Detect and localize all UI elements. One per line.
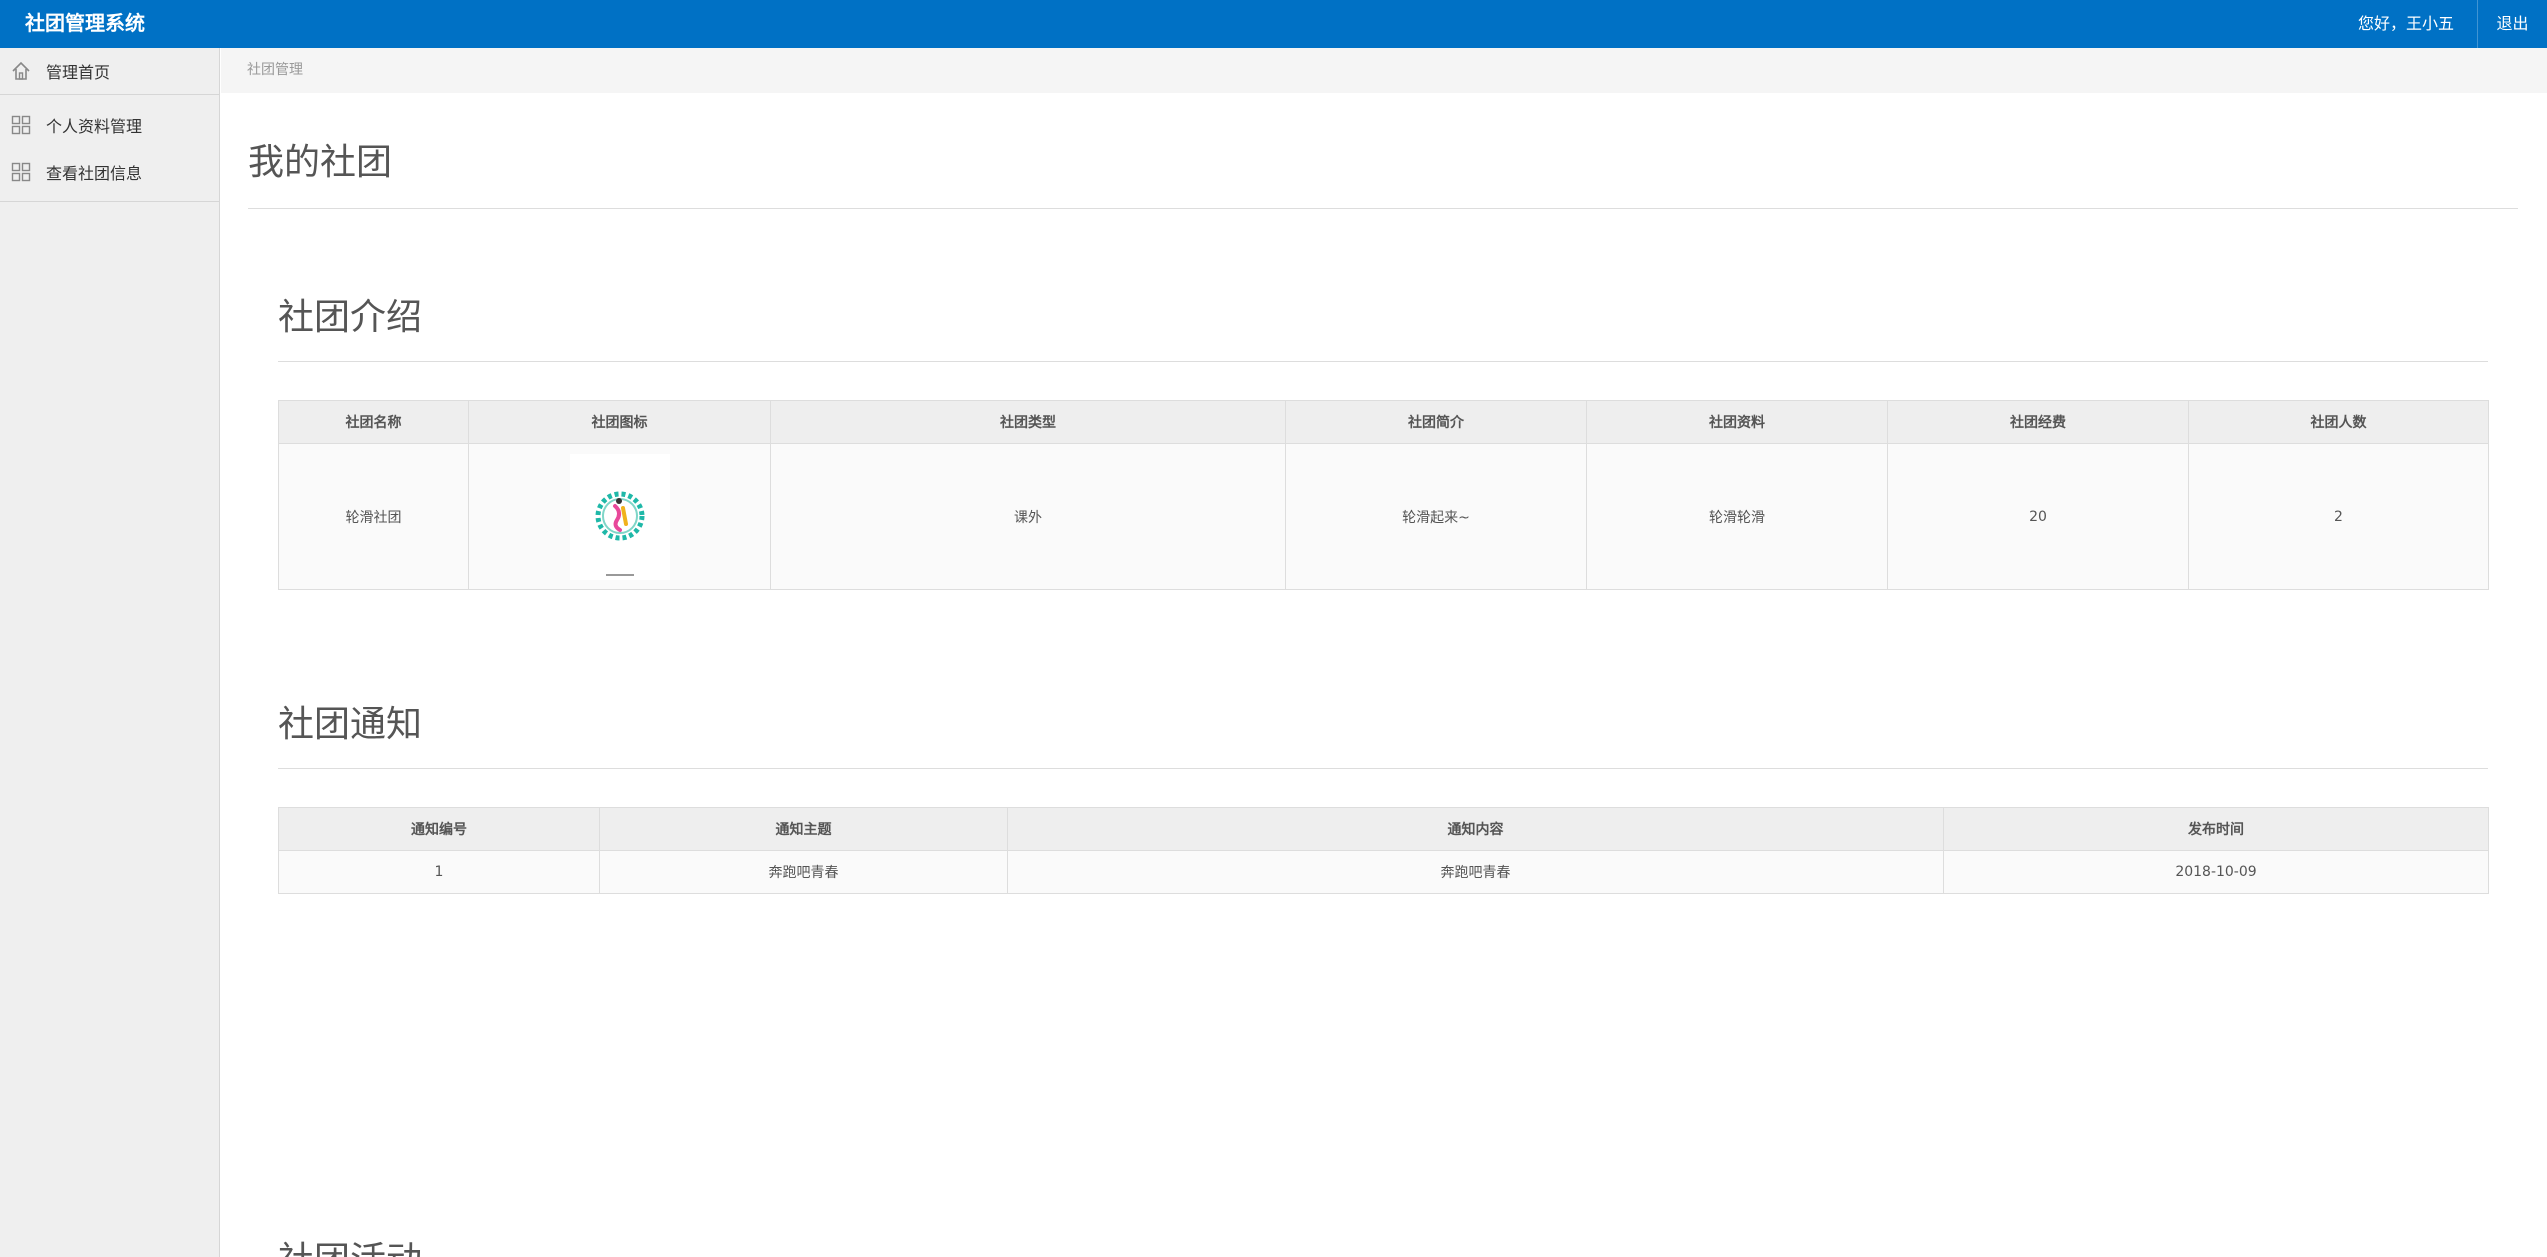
- divider: [248, 208, 2518, 209]
- notice-subject-cell: 奔跑吧青春: [599, 850, 1008, 894]
- column-header: 社团人数: [2188, 400, 2489, 444]
- club-material-cell: 轮滑轮滑: [1586, 443, 1888, 590]
- column-header: 社团名称: [278, 400, 469, 444]
- notice-id-cell: 1: [278, 850, 600, 894]
- sidebar-item-home[interactable]: 管理首页: [0, 48, 219, 95]
- grid-icon: [10, 114, 32, 136]
- main-content: 我的社团 社团介绍 社团名称 社团图标 社团类型 社团简介 社团资料 社团经费 …: [221, 93, 2547, 1257]
- table-header-row: 通知编号 通知主题 通知内容 发布时间: [278, 807, 2489, 851]
- club-summary-cell: 轮滑起来~: [1285, 443, 1587, 590]
- club-funds-cell: 20: [1887, 443, 2189, 590]
- sidebar-item-label: 个人资料管理: [46, 116, 143, 136]
- club-logo-image: [569, 453, 670, 580]
- app-title: 社团管理系统: [25, 11, 145, 35]
- divider: [278, 768, 2488, 769]
- sidebar-item-club-info[interactable]: 查看社团信息: [0, 148, 219, 195]
- table-row: 1 奔跑吧青春 奔跑吧青春 2018-10-09: [278, 850, 2489, 894]
- sidebar-item-label: 查看社团信息: [46, 163, 143, 183]
- table-header-row: 社团名称 社团图标 社团类型 社团简介 社团资料 社团经费 社团人数: [278, 400, 2489, 444]
- column-header: 社团简介: [1285, 400, 1587, 444]
- sidebar-group: 个人资料管理 查看社团信息: [0, 95, 219, 202]
- column-header: 社团资料: [1586, 400, 1888, 444]
- logout-button[interactable]: 退出: [2477, 0, 2547, 48]
- column-header: 社团类型: [770, 400, 1286, 444]
- column-header: 通知内容: [1007, 807, 1944, 851]
- column-header: 发布时间: [1943, 807, 2489, 851]
- club-type-cell: 课外: [770, 443, 1286, 590]
- user-greeting: 您好，王小五: [2357, 14, 2454, 33]
- table-row: 轮滑社团 课外 轮滑起来~ 轮滑轮滑 20 2: [278, 443, 2489, 590]
- club-logo-cell: [468, 443, 771, 590]
- club-notices-table: 通知编号 通知主题 通知内容 发布时间 1 奔跑吧青春 奔跑吧青春 2018-1…: [278, 807, 2489, 894]
- notice-content-cell: 奔跑吧青春: [1007, 850, 1944, 894]
- page-title: 我的社团: [248, 142, 393, 183]
- section-title-notices: 社团通知: [278, 704, 423, 745]
- grid-icon: [10, 161, 32, 183]
- notice-date-cell: 2018-10-09: [1943, 850, 2489, 894]
- sidebar-item-label: 管理首页: [46, 63, 111, 82]
- sidebar-item-profile[interactable]: 个人资料管理: [0, 101, 219, 148]
- column-header: 社团图标: [468, 400, 771, 444]
- column-header: 通知主题: [599, 807, 1008, 851]
- column-header: 通知编号: [278, 807, 600, 851]
- club-name-cell: 轮滑社团: [278, 443, 469, 590]
- section-title-activities: 社团活动: [278, 1231, 422, 1257]
- home-icon: [10, 60, 32, 82]
- column-header: 社团经费: [1887, 400, 2189, 444]
- club-intro-table: 社团名称 社团图标 社团类型 社团简介 社团资料 社团经费 社团人数 轮滑社团: [278, 400, 2489, 590]
- top-bar: 社团管理系统 您好，王小五 退出: [0, 0, 2547, 48]
- breadcrumb: 社团管理: [221, 48, 2547, 93]
- sidebar: 管理首页 个人资料管理 查看社团信息: [0, 48, 220, 1257]
- section-title-intro: 社团介绍: [278, 297, 423, 338]
- divider: [278, 361, 2488, 362]
- club-members-cell: 2: [2188, 443, 2489, 590]
